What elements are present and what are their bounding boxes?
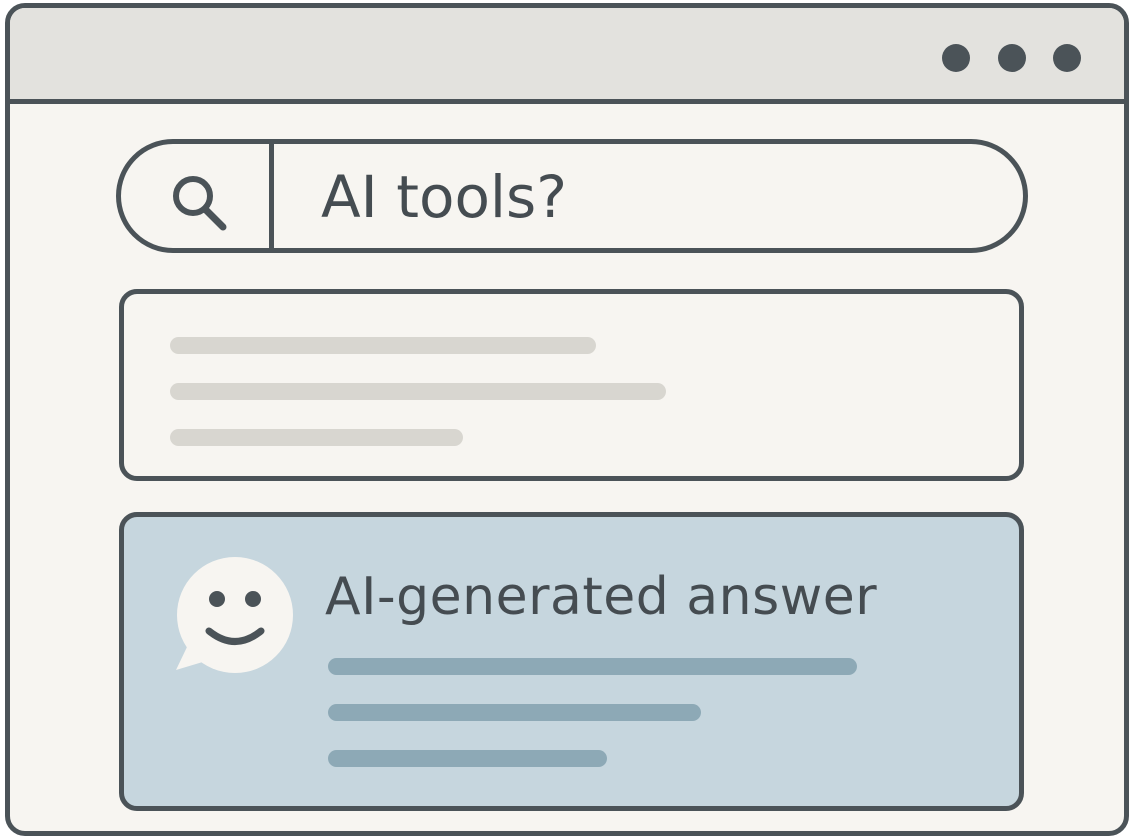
- window-control-dot[interactable]: [942, 44, 970, 72]
- ai-answer-text-line: [328, 704, 701, 721]
- placeholder-text-line: [170, 337, 596, 354]
- search-divider: [269, 144, 274, 248]
- ai-answer-text-line: [328, 750, 607, 767]
- window-control-dot[interactable]: [998, 44, 1026, 72]
- placeholder-text-line: [170, 383, 666, 400]
- title-bar: [10, 8, 1124, 104]
- search-result-card[interactable]: [119, 289, 1024, 481]
- search-bar[interactable]: [116, 139, 1028, 253]
- search-input[interactable]: [321, 162, 1001, 232]
- browser-window: AI-generated answer: [5, 3, 1129, 836]
- ai-answer-text-line: [328, 658, 857, 675]
- window-control-dot[interactable]: [1053, 44, 1081, 72]
- smiley-chat-bubble-icon: [176, 557, 293, 673]
- search-icon[interactable]: [167, 170, 231, 234]
- placeholder-text-line: [170, 429, 463, 446]
- ai-answer-title: AI-generated answer: [325, 567, 878, 627]
- ai-answer-card[interactable]: AI-generated answer: [119, 512, 1024, 811]
